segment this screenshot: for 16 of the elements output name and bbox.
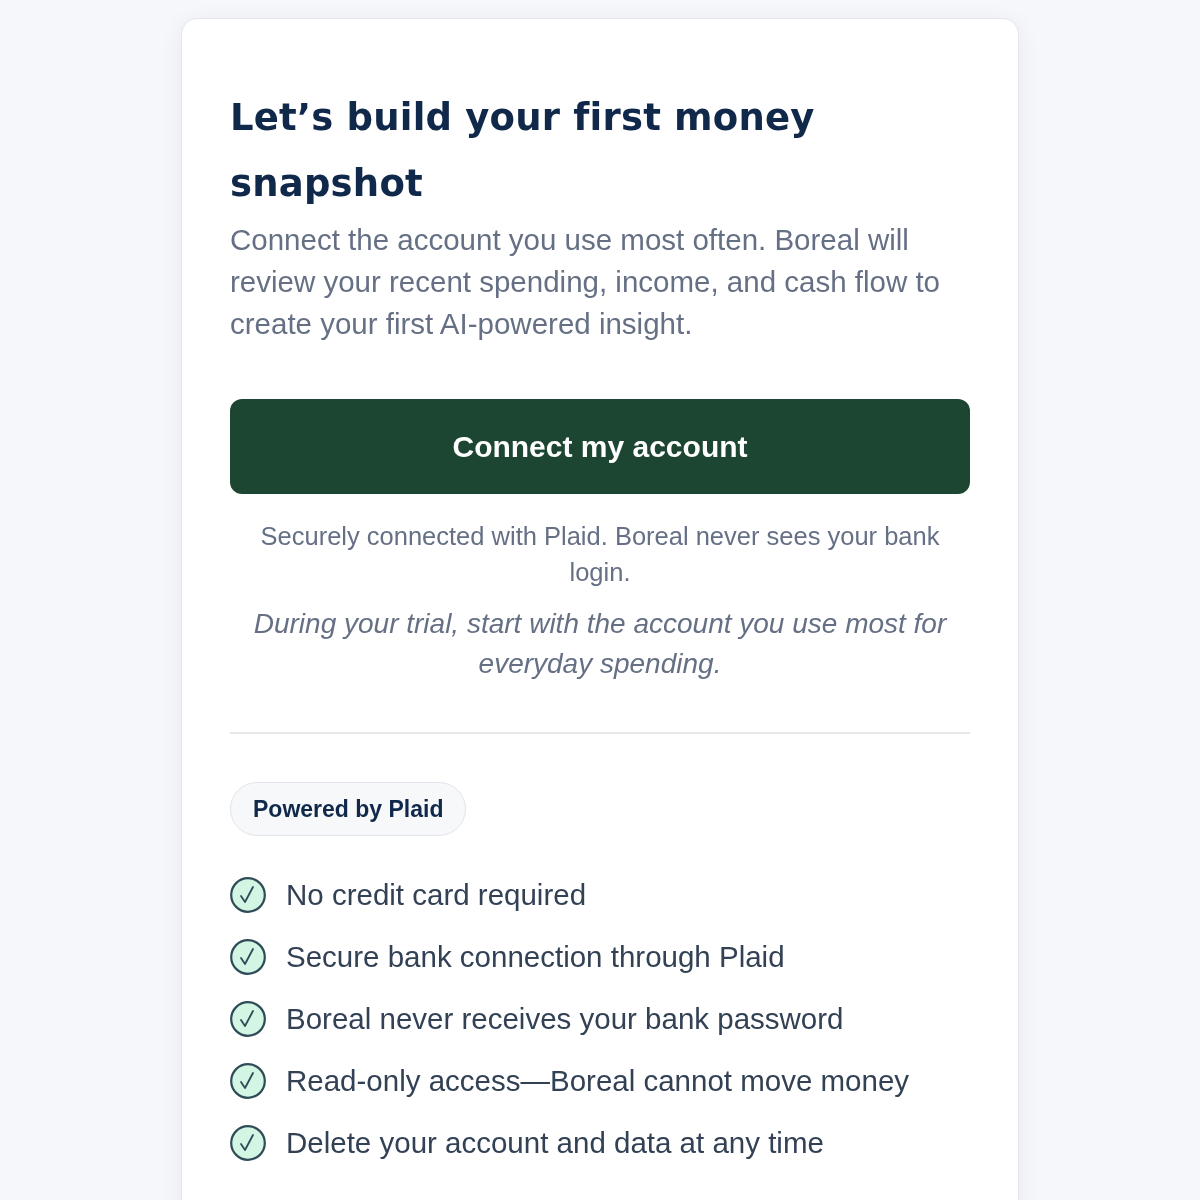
check-circle-icon — [230, 939, 266, 975]
page-heading: Let’s build your first money snapshot — [230, 95, 816, 207]
check-circle-icon — [230, 1125, 266, 1161]
check-circle-icon — [230, 877, 266, 913]
benefit-text: Boreal never receives your bank password — [286, 1002, 844, 1036]
security-note: Securely connected with Plaid. Boreal never sees your bank login. — [259, 521, 941, 588]
powered-by-badge: Powered by Plaid — [230, 782, 467, 836]
benefit-text: No credit card required — [286, 878, 587, 912]
benefit-text: Delete your account and data at any time — [286, 1126, 824, 1160]
benefit-text: Secure bank connection through Plaid — [286, 940, 785, 974]
trial-note: During your trial, start with the account you use most for everyday spending. — [252, 607, 949, 681]
benefit-text: Read-only access—Boreal cannot move money — [286, 1064, 910, 1098]
intro-text: Connect the account you use most often. Boreal will review your recent spending, income, and cash flow to create your first AI-powered insight. — [230, 222, 942, 342]
check-circle-icon — [230, 1001, 266, 1037]
check-circle-icon — [230, 1063, 266, 1099]
connect-account-button[interactable]: Connect my account — [230, 399, 970, 494]
